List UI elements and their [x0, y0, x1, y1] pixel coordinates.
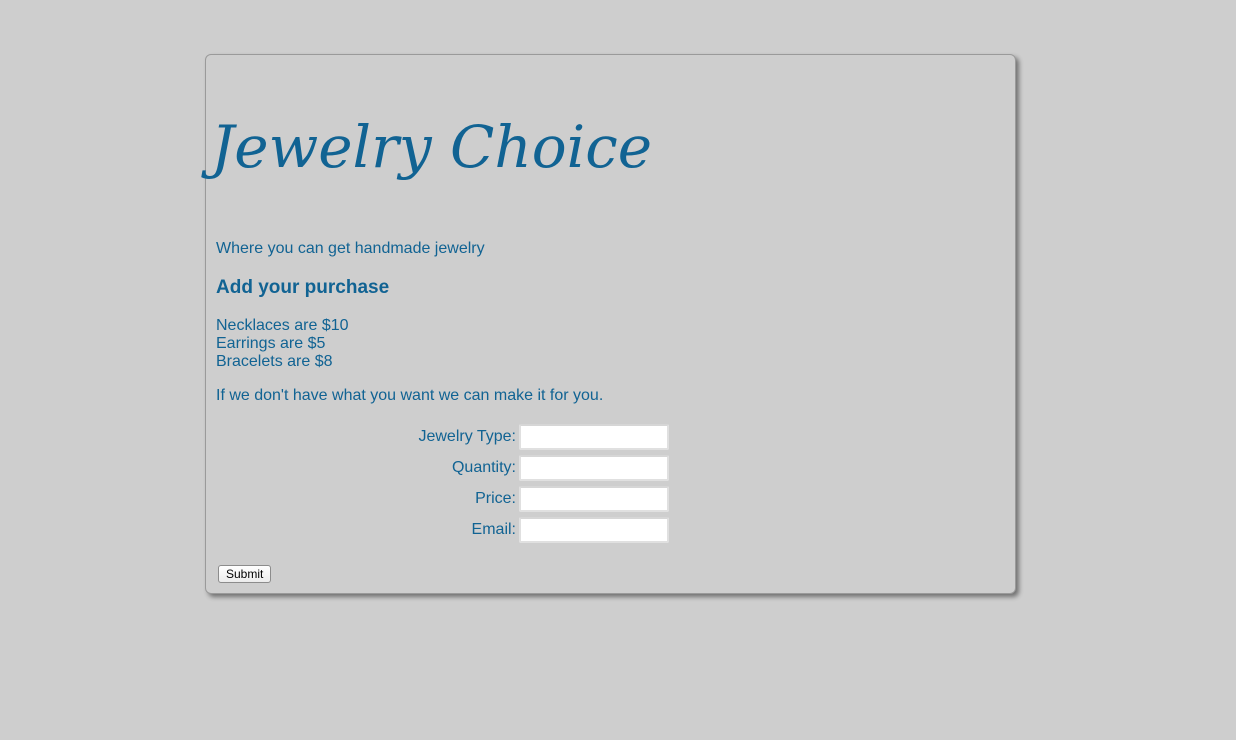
price-necklaces: Necklaces are $10 [216, 317, 349, 334]
form-row-price: Price: [216, 486, 671, 513]
price-input[interactable] [519, 486, 669, 512]
price-list: Necklaces are $10 Earrings are $5 Bracel… [216, 317, 349, 371]
quantity-input[interactable] [519, 455, 669, 481]
page-title: Jewelry Choice [211, 113, 653, 181]
tagline: Where you can get handmade jewelry [216, 240, 485, 257]
price-bracelets: Bracelets are $8 [216, 353, 333, 370]
form-row-jewelry-type: Jewelry Type: [216, 424, 671, 451]
jewelry-type-input[interactable] [519, 424, 669, 450]
email-input[interactable] [519, 517, 669, 543]
form-row-quantity: Quantity: [216, 455, 671, 482]
jewelry-type-label: Jewelry Type: [418, 428, 516, 445]
main-card: Jewelry Choice Where you can get handmad… [205, 54, 1016, 594]
submit-button[interactable]: Submit [218, 565, 272, 583]
custom-order-note: If we don't have what you want we can ma… [216, 387, 604, 404]
form-row-email: Email: [216, 517, 671, 544]
price-earrings: Earrings are $5 [216, 335, 326, 352]
purchase-heading: Add your purchase [216, 277, 390, 298]
quantity-label: Quantity: [451, 459, 516, 476]
email-label: Email: [471, 521, 516, 538]
price-label: Price: [475, 490, 516, 507]
